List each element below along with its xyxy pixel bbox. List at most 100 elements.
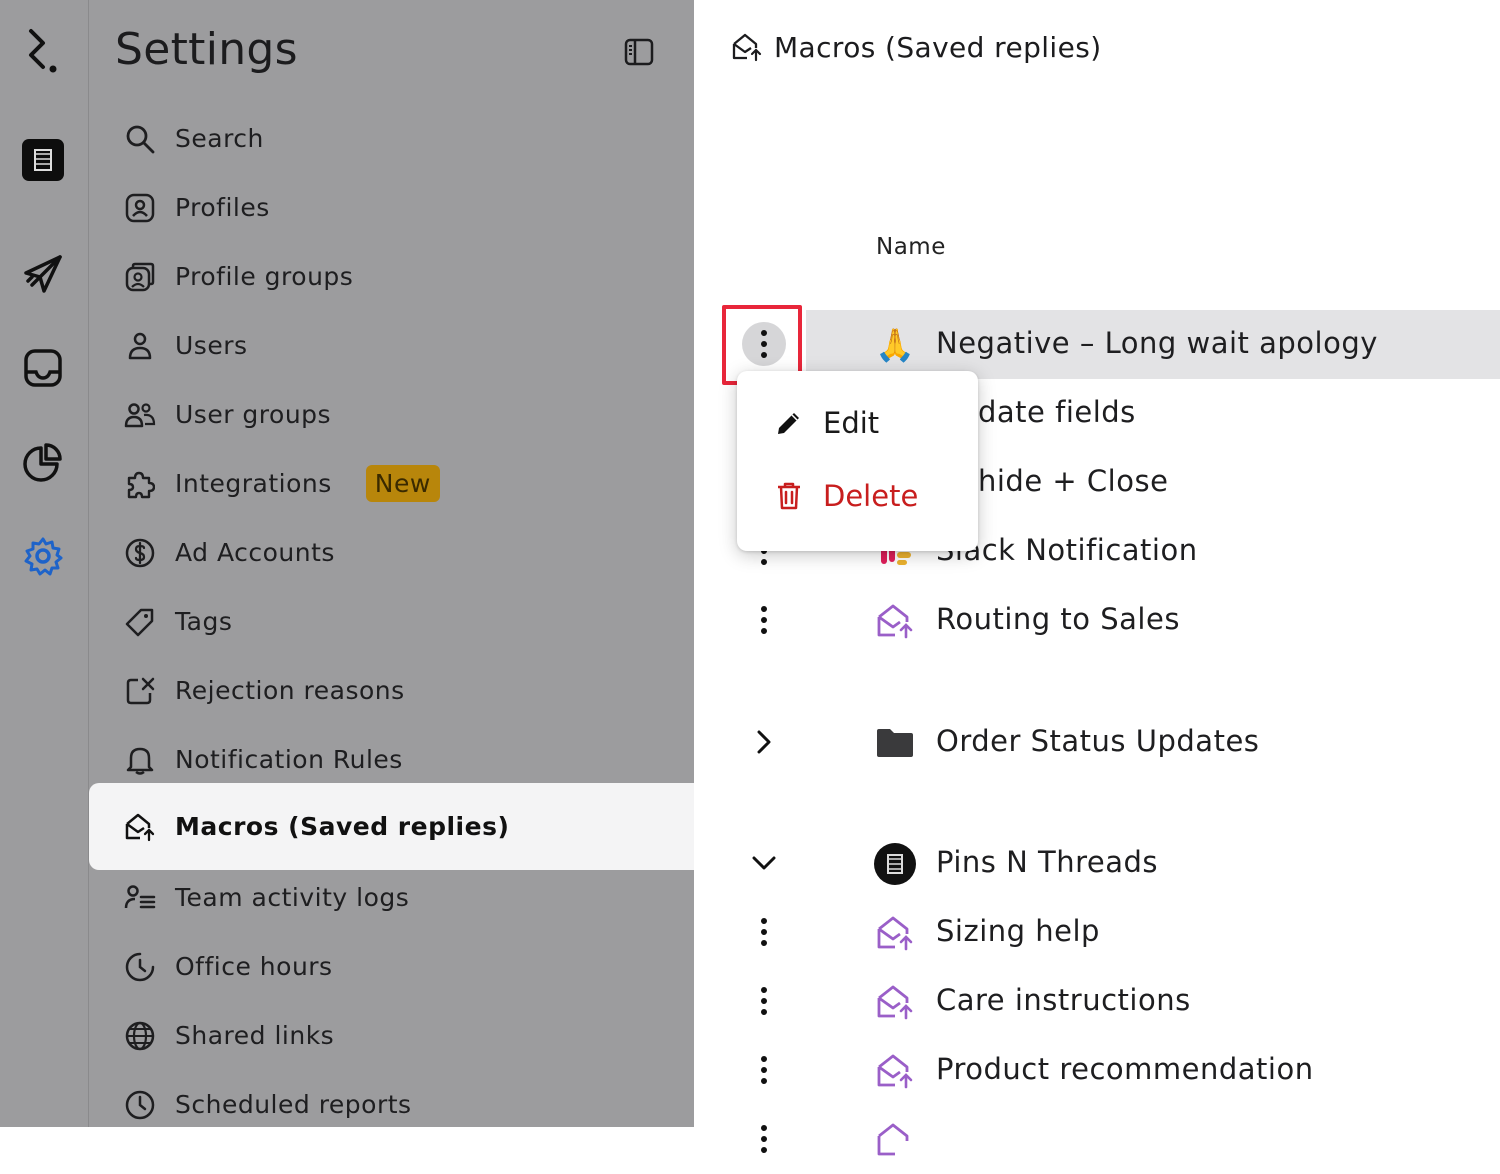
user-groups-icon	[123, 398, 157, 432]
sidebar-item-label: Ad Accounts	[175, 538, 335, 567]
kebab-icon	[761, 1125, 767, 1153]
inbox-icon[interactable]	[14, 339, 72, 397]
search-icon	[123, 122, 157, 156]
sidebar-item-label: Scheduled reports	[175, 1090, 412, 1119]
sidebar-item-macros[interactable]: Macros (Saved replies)	[89, 783, 694, 870]
sidebar-item-label: Team activity logs	[175, 883, 410, 912]
rejection-icon	[123, 674, 157, 708]
expand-folder-button[interactable]	[746, 724, 782, 760]
sidebar-item-shared-links[interactable]: Shared links	[89, 1001, 694, 1070]
profile-icon	[123, 191, 157, 225]
row-label[interactable]: date fields	[978, 395, 1136, 429]
page-title-text: Macros (Saved replies)	[774, 30, 1102, 64]
activity-log-icon	[123, 881, 157, 915]
row-label[interactable]: Care instructions	[936, 983, 1191, 1017]
folder-row[interactable]: Order Status Updates	[694, 708, 1500, 777]
sidebar-toggle-icon	[624, 38, 654, 66]
delete-menu-item[interactable]: Delete	[737, 462, 978, 530]
gear-icon[interactable]	[14, 527, 72, 585]
puzzle-icon	[123, 467, 157, 501]
row-label[interactable]: Pins N Threads	[936, 845, 1158, 879]
collapse-folder-button[interactable]	[746, 845, 782, 881]
row-menu-button[interactable]	[742, 1117, 786, 1161]
row-label[interactable]: Product recommendation	[936, 1052, 1314, 1086]
edit-label: Edit	[823, 406, 880, 440]
sidebar-item-office-hours[interactable]: Office hours	[89, 932, 694, 1001]
kebab-icon	[761, 918, 767, 946]
sidebar-item-rejection-reasons[interactable]: Rejection reasons	[89, 656, 694, 725]
sidebar-item-label: Profiles	[175, 193, 270, 222]
main-content: Macros (Saved replies) Name 🙏 Negative –…	[694, 0, 1500, 1156]
globe-icon	[123, 1019, 157, 1053]
chevron-down-icon	[752, 856, 776, 870]
sidebar-item-user-groups[interactable]: User groups	[89, 380, 694, 449]
row-menu-button[interactable]	[742, 1048, 786, 1092]
sidebar-item-tags[interactable]: Tags	[89, 587, 694, 656]
delete-label: Delete	[823, 479, 919, 513]
macro-icon	[874, 912, 916, 954]
sidebar-item-label: Search	[175, 124, 264, 153]
chevron-right-icon	[757, 730, 771, 754]
macro-icon	[730, 30, 764, 64]
edit-menu-item[interactable]: Edit	[737, 389, 978, 457]
row-menu-button[interactable]	[742, 598, 786, 642]
settings-title: Settings	[115, 24, 298, 75]
profile-groups-icon	[123, 260, 157, 294]
icon-rail	[0, 0, 89, 1127]
sidebar-item-users[interactable]: Users	[89, 311, 694, 380]
sidebar-item-label: Tags	[175, 607, 233, 636]
new-badge: New	[365, 465, 440, 502]
page-title: Macros (Saved replies)	[730, 30, 1102, 64]
column-header-name[interactable]: Name	[876, 234, 946, 260]
row-label[interactable]: Routing to Sales	[936, 602, 1180, 636]
brand-icon[interactable]	[14, 131, 72, 189]
table-row[interactable]	[694, 1105, 1500, 1174]
row-label[interactable]: hide + Close	[978, 464, 1168, 498]
moon-clock-icon	[123, 950, 157, 984]
sidebar-item-ad-accounts[interactable]: Ad Accounts	[89, 518, 694, 587]
pencil-icon	[773, 407, 805, 439]
macro-icon	[123, 810, 157, 844]
macro-icon	[874, 981, 916, 1023]
row-actions-menu: Edit Delete	[737, 371, 978, 551]
sidebar-item-scheduled-reports[interactable]: Scheduled reports	[89, 1070, 694, 1139]
kebab-icon	[761, 987, 767, 1015]
sidebar-item-search[interactable]: Search	[89, 104, 694, 173]
table-row[interactable]: Care instructions	[694, 967, 1500, 1036]
sidebar-item-label: Users	[175, 331, 248, 360]
sidebar-item-label: Shared links	[175, 1021, 335, 1050]
bell-icon	[123, 743, 157, 777]
sidebar-item-label: Macros (Saved replies)	[175, 812, 510, 841]
sidebar-item-profile-groups[interactable]: Profile groups	[89, 242, 694, 311]
table-row[interactable]: Sizing help	[694, 898, 1500, 967]
sidebar-item-label: Profile groups	[175, 262, 354, 291]
row-label[interactable]: Negative – Long wait apology	[936, 326, 1378, 360]
row-menu-button[interactable]	[742, 979, 786, 1023]
sidebar-item-integrations[interactable]: Integrations New	[89, 449, 694, 518]
macro-icon	[874, 1050, 916, 1092]
table-row[interactable]: 🙏 Negative – Long wait apology	[694, 310, 1500, 379]
table-row[interactable]: Product recommendation	[694, 1036, 1500, 1105]
row-label[interactable]: Order Status Updates	[936, 724, 1259, 758]
sidebar-item-label: Rejection reasons	[175, 676, 405, 705]
sidebar-item-label: Office hours	[175, 952, 333, 981]
collapse-sidebar-button[interactable]	[621, 34, 657, 70]
macro-icon	[874, 1119, 916, 1161]
folder-icon	[874, 722, 916, 764]
tag-icon	[123, 605, 157, 639]
sidebar-item-label: Notification Rules	[175, 745, 403, 774]
table-row[interactable]: Routing to Sales	[694, 586, 1500, 655]
logo-icon[interactable]	[14, 24, 72, 82]
row-menu-button[interactable]	[742, 910, 786, 954]
row-label[interactable]: Sizing help	[936, 914, 1100, 948]
settings-panel: Settings Search Profiles Profile groups …	[89, 0, 694, 1127]
brand-avatar	[874, 843, 916, 885]
sidebar-item-team-activity-logs[interactable]: Team activity logs	[89, 863, 694, 932]
macro-icon	[874, 600, 916, 642]
user-icon	[123, 329, 157, 363]
folder-row[interactable]: Pins N Threads	[694, 829, 1500, 898]
analytics-icon[interactable]	[14, 433, 72, 491]
send-icon[interactable]	[14, 245, 72, 303]
sidebar-item-profiles[interactable]: Profiles	[89, 173, 694, 242]
clock-icon	[123, 1088, 157, 1122]
